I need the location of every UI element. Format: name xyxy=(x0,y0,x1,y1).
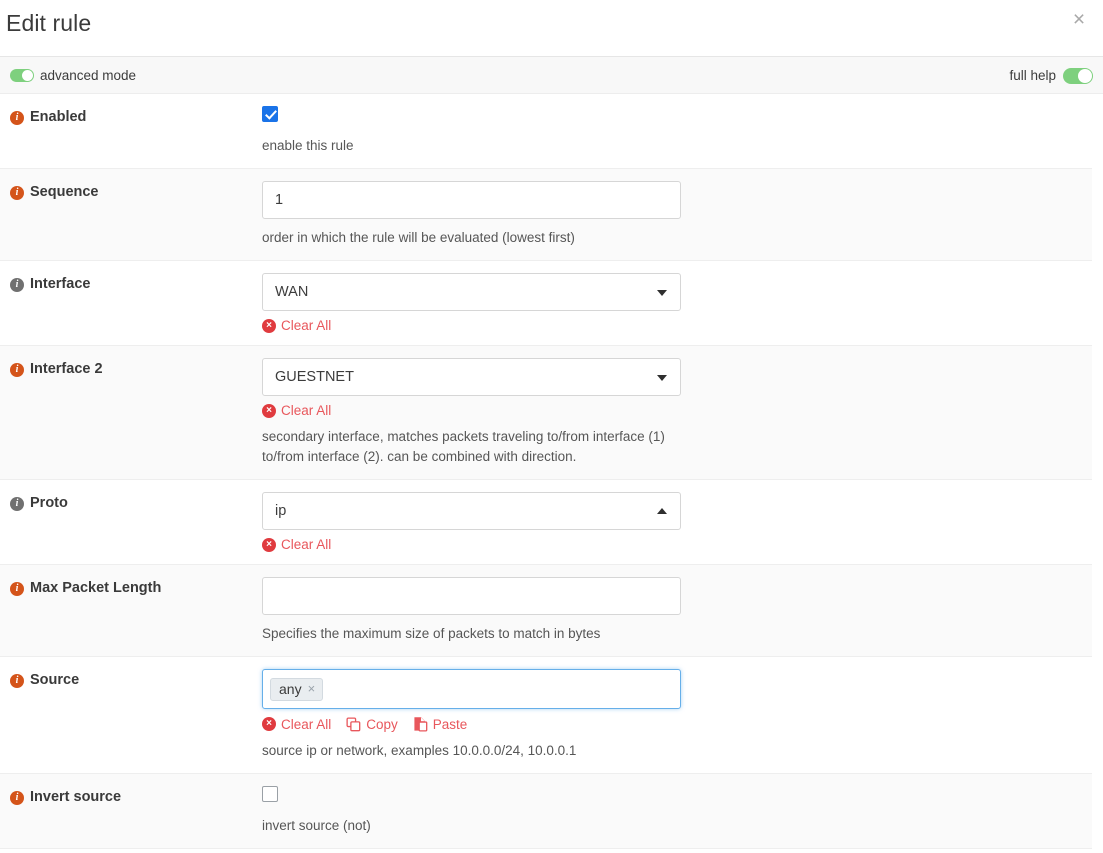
token-label: any xyxy=(279,681,302,697)
form-row: i Source any × × Clear All Copy Paste source ip … xyxy=(0,657,1092,774)
form-row-control: GUESTNET × Clear All secondary interface, m… xyxy=(262,346,1092,479)
field-actions: × Clear All xyxy=(262,537,1092,552)
form-row-label: i Max Packet Length xyxy=(0,565,262,656)
clear-circle-icon: × xyxy=(262,404,276,418)
paste-icon xyxy=(413,716,428,732)
field-help-text: Specifies the maximum size of packets to… xyxy=(262,624,682,644)
clear-all-label: Clear All xyxy=(281,318,331,333)
sequence-input[interactable] xyxy=(262,181,681,219)
full-help-toggle[interactable] xyxy=(1063,68,1093,84)
source-token-input[interactable]: any × xyxy=(262,669,681,709)
clear-all-link[interactable]: × Clear All xyxy=(262,318,331,333)
field-label: Sequence xyxy=(30,183,99,201)
form-row: i Enabled enable this rule xyxy=(0,94,1092,169)
field-help-text: secondary interface, matches packets tra… xyxy=(262,427,682,467)
form-row: i Proto ip × Clear All xyxy=(0,480,1092,565)
field-label: Invert source xyxy=(30,788,121,806)
toggle-knob-icon xyxy=(1078,69,1092,83)
form-row: i Invert source invert source (not) xyxy=(0,774,1092,849)
clear-circle-icon: × xyxy=(262,717,276,731)
copy-label: Copy xyxy=(366,717,398,732)
select-value[interactable]: WAN xyxy=(262,273,681,311)
interface-select[interactable]: WAN xyxy=(262,273,681,311)
form-row: i Sequence order in which the rule will be… xyxy=(0,169,1092,261)
clear-all-link[interactable]: × Clear All xyxy=(262,403,331,418)
form-row-control: any × × Clear All Copy Paste source ip or netw… xyxy=(262,657,1092,773)
paste-label: Paste xyxy=(433,717,468,732)
form-row-control: WAN × Clear All xyxy=(262,261,1092,345)
clear-all-label: Clear All xyxy=(281,717,331,732)
field-actions: × Clear All Copy Paste xyxy=(262,716,1092,732)
field-label: Max Packet Length xyxy=(30,579,161,597)
enabled-checkbox[interactable] xyxy=(262,106,278,122)
form-row-label: i Invert source xyxy=(0,774,262,848)
proto-select[interactable]: ip xyxy=(262,492,681,530)
info-icon[interactable]: i xyxy=(10,111,24,125)
form-row: i Interface WAN × Clear All xyxy=(0,261,1092,346)
toggle-knob-icon xyxy=(22,70,33,81)
clear-all-label: Clear All xyxy=(281,537,331,552)
field-label: Source xyxy=(30,671,79,689)
info-icon[interactable]: i xyxy=(10,278,24,292)
field-label: Interface 2 xyxy=(30,360,103,378)
invert-source-checkbox[interactable] xyxy=(262,786,278,802)
mode-bar: advanced mode full help xyxy=(0,57,1103,94)
clear-all-link[interactable]: × Clear All xyxy=(262,717,331,732)
form-row-label: i Source xyxy=(0,657,262,773)
info-icon[interactable]: i xyxy=(10,497,24,511)
info-icon[interactable]: i xyxy=(10,363,24,377)
info-icon[interactable]: i xyxy=(10,791,24,805)
field-help-text: enable this rule xyxy=(262,136,682,156)
form-row-label: i Sequence xyxy=(0,169,262,260)
copy-link[interactable]: Copy xyxy=(346,717,398,732)
full-help-group: full help xyxy=(1009,57,1093,94)
edit-rule-form: i Enabled enable this rule i Sequence order i… xyxy=(0,94,1092,849)
form-row-control: invert source (not) xyxy=(262,774,1092,848)
info-icon[interactable]: i xyxy=(10,582,24,596)
form-row-control: ip × Clear All xyxy=(262,480,1092,564)
form-row-control: enable this rule xyxy=(262,94,1092,168)
advanced-mode-group: advanced mode xyxy=(10,57,136,94)
form-row: i Interface 2 GUESTNET × Clear All secondary … xyxy=(0,346,1092,480)
info-icon[interactable]: i xyxy=(10,674,24,688)
close-icon[interactable]: × xyxy=(1066,6,1092,32)
field-help-text: source ip or network, examples 10.0.0.0/… xyxy=(262,741,682,761)
full-help-label: full help xyxy=(1009,68,1056,83)
paste-link[interactable]: Paste xyxy=(413,716,468,732)
interface-2-select[interactable]: GUESTNET xyxy=(262,358,681,396)
advanced-mode-label: advanced mode xyxy=(40,68,136,83)
field-label: Interface xyxy=(30,275,90,293)
token-chip[interactable]: any × xyxy=(270,678,323,701)
field-label: Proto xyxy=(30,494,68,512)
clear-all-link[interactable]: × Clear All xyxy=(262,537,331,552)
field-help-text: invert source (not) xyxy=(262,816,682,836)
field-actions: × Clear All xyxy=(262,318,1092,333)
form-row-label: i Enabled xyxy=(0,94,262,168)
select-value[interactable]: GUESTNET xyxy=(262,358,681,396)
info-icon[interactable]: i xyxy=(10,186,24,200)
copy-icon xyxy=(346,717,361,732)
form-row-label: i Interface xyxy=(0,261,262,345)
form-row-control: order in which the rule will be evaluate… xyxy=(262,169,1092,260)
clear-circle-icon: × xyxy=(262,538,276,552)
page-title: Edit rule xyxy=(6,10,91,37)
dialog-header: Edit rule × xyxy=(0,0,1103,57)
field-help-text: order in which the rule will be evaluate… xyxy=(262,228,682,248)
form-row: i Max Packet Length Specifies the maximum … xyxy=(0,565,1092,657)
form-row-label: i Interface 2 xyxy=(0,346,262,479)
max-packet-length-input[interactable] xyxy=(262,577,681,615)
form-row-control: Specifies the maximum size of packets to… xyxy=(262,565,1092,656)
select-value[interactable]: ip xyxy=(262,492,681,530)
clear-all-label: Clear All xyxy=(281,403,331,418)
advanced-mode-toggle[interactable] xyxy=(10,69,34,82)
field-label: Enabled xyxy=(30,108,86,126)
form-row-label: i Proto xyxy=(0,480,262,564)
clear-circle-icon: × xyxy=(262,319,276,333)
token-remove-icon[interactable]: × xyxy=(308,682,316,695)
field-actions: × Clear All xyxy=(262,403,1092,418)
